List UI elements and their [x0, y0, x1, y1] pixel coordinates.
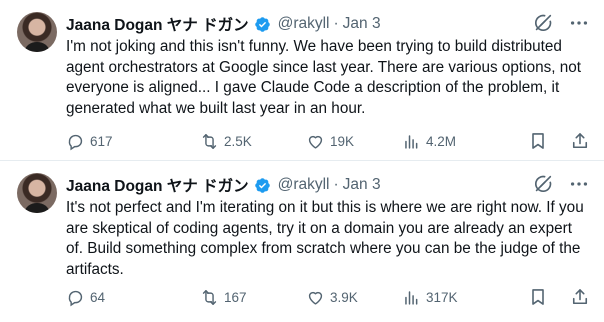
repost-button[interactable]: 2.5K — [200, 132, 306, 151]
reply-icon — [68, 290, 83, 306]
author-handle[interactable]: @rakyll — [278, 15, 330, 33]
tweet-actions: 617 2.5K 19K 4.2M — [66, 131, 590, 151]
author-name[interactable]: Jaana Dogan ヤナ ドガン — [66, 13, 249, 35]
avatar[interactable] — [17, 12, 57, 52]
top-actions — [532, 173, 590, 195]
like-icon — [308, 291, 323, 305]
repost-icon — [202, 289, 217, 305]
like-count: 19K — [330, 133, 355, 149]
tweet-text: I'm not joking and this isn't funny. We … — [66, 38, 581, 117]
tweet[interactable]: Jaana Dogan ヤナ ドガン @rakyll · Jan 3 I'm n… — [0, 0, 604, 160]
avatar[interactable] — [17, 173, 57, 213]
top-actions — [532, 12, 590, 34]
reply-icon — [68, 134, 83, 150]
bookmark-icon[interactable] — [528, 287, 548, 307]
tweet-date[interactable]: Jan 3 — [343, 15, 381, 33]
right-actions — [528, 131, 590, 151]
bookmark-icon[interactable] — [528, 131, 548, 151]
more-icon[interactable] — [568, 173, 590, 195]
verified-badge-icon — [254, 177, 270, 193]
author-handle[interactable]: @rakyll — [278, 176, 330, 194]
share-icon[interactable] — [570, 131, 590, 151]
tweet[interactable]: Jaana Dogan ヤナ ドガン @rakyll · Jan 3 It's … — [0, 161, 604, 322]
right-actions — [528, 287, 590, 307]
tweet-header: Jaana Dogan ヤナ ドガン @rakyll · Jan 3 — [66, 14, 381, 34]
reply-count: 64 — [90, 289, 106, 305]
separator-dot: · — [333, 176, 339, 193]
like-icon — [308, 135, 323, 149]
grok-icon[interactable] — [532, 12, 554, 34]
tweet-actions: 64 167 3.9K 317K — [66, 287, 590, 307]
reply-button[interactable]: 64 — [66, 288, 162, 307]
separator-dot: · — [333, 15, 339, 32]
repost-icon — [202, 133, 217, 149]
views-count: 317K — [426, 289, 458, 305]
tweet-header: Jaana Dogan ヤナ ドガン @rakyll · Jan 3 — [66, 175, 381, 195]
more-icon[interactable] — [568, 12, 590, 34]
verified-badge-icon — [254, 16, 270, 32]
views-button[interactable]: 317K — [402, 288, 512, 307]
reply-button[interactable]: 617 — [66, 132, 162, 151]
views-icon — [405, 290, 418, 305]
grok-icon[interactable] — [532, 173, 554, 195]
views-icon — [405, 134, 418, 149]
tweet-date[interactable]: Jan 3 — [343, 176, 381, 194]
author-name[interactable]: Jaana Dogan ヤナ ドガン — [66, 174, 249, 196]
tweet-text: It's not perfect and I'm iterating on it… — [66, 199, 584, 278]
like-button[interactable]: 3.9K — [306, 288, 402, 307]
views-button[interactable]: 4.2M — [402, 132, 512, 151]
repost-count: 167 — [224, 289, 247, 305]
like-count: 3.9K — [330, 289, 358, 305]
reply-count: 617 — [90, 133, 113, 149]
share-icon[interactable] — [570, 287, 590, 307]
like-button[interactable]: 19K — [306, 132, 402, 151]
repost-count: 2.5K — [224, 133, 252, 149]
repost-button[interactable]: 167 — [200, 288, 306, 307]
views-count: 4.2M — [426, 133, 457, 149]
